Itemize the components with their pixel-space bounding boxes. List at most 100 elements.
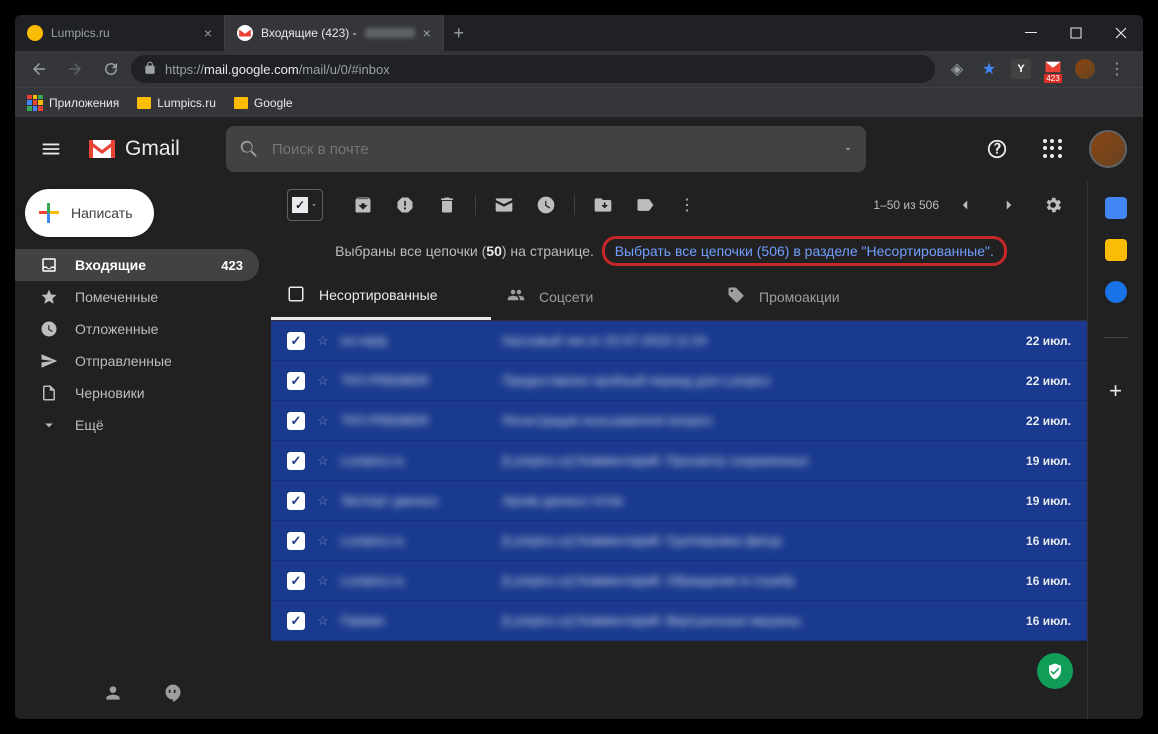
help-button[interactable] [977,129,1017,169]
prev-page-button[interactable] [947,187,983,223]
category-tab[interactable]: Соцсети [491,273,711,320]
sidebar-item-draft[interactable]: Черновики [15,377,259,409]
main-menu-button[interactable] [31,129,71,169]
snooze-button[interactable] [528,187,564,223]
sidebar-item-star[interactable]: Помеченные [15,281,259,313]
nav-label: Черновики [75,385,145,401]
archive-button[interactable] [345,187,381,223]
browser-tab-gmail[interactable]: Входящие (423) - × [225,15,444,51]
reload-button[interactable] [95,53,127,85]
select-all-link[interactable]: Выбрать все цепочки (506) в разделе "Нес… [602,236,1007,266]
more-button[interactable]: ⋮ [669,187,705,223]
category-tab[interactable]: Несортированные [271,273,491,320]
star-icon[interactable]: ☆ [317,573,329,589]
send-icon [39,352,59,370]
browser-tab-lumpics[interactable]: Lumpics.ru × [15,15,225,51]
bookmark-folder[interactable]: Google [234,96,293,110]
bookmark-folder[interactable]: Lumpics.ru [137,96,216,110]
mail-row[interactable]: ✓☆TNT-PREMIERРегистрация пользователя lu… [271,401,1087,441]
star-icon[interactable]: ☆ [317,373,329,389]
tab-strip: Lumpics.ru × Входящие (423) - × + [15,15,1008,51]
sidebar-item-more[interactable]: Ещё [15,409,259,441]
move-to-button[interactable] [585,187,621,223]
contacts-icon[interactable] [103,683,123,708]
mail-date: 16 июл. [1026,574,1071,588]
close-button[interactable] [1098,15,1143,51]
mail-checkbox[interactable]: ✓ [287,572,305,590]
gmail-notifier-icon[interactable]: 423 [1043,59,1063,79]
dropdown-icon[interactable] [842,143,854,155]
sidebar-item-inbox[interactable]: Входящие423 [15,249,259,281]
mail-row[interactable]: ✓☆Экспорт данныхАрхив данных готов19 июл… [271,481,1087,521]
menu-icon[interactable]: ⋮ [1107,59,1127,79]
nav-label: Отложенные [75,321,158,337]
star-icon[interactable]: ☆ [317,333,329,349]
mail-checkbox[interactable]: ✓ [287,372,305,390]
mail-row[interactable]: ✓☆Герман[Lumpics.ru] Комментарий: Виртуа… [271,601,1087,641]
gmail-body: Написать Входящие423 Помеченные Отложенные… [15,181,1143,719]
labels-button[interactable] [627,187,663,223]
next-page-button[interactable] [991,187,1027,223]
back-button[interactable] [23,53,55,85]
sidebar-item-send[interactable]: Отправленные [15,345,259,377]
clock-icon [39,320,59,338]
settings-button[interactable] [1035,187,1071,223]
mail-checkbox[interactable]: ✓ [287,532,305,550]
nav-label: Помеченные [75,289,158,305]
close-icon[interactable]: × [423,25,431,41]
mail-checkbox[interactable]: ✓ [287,412,305,430]
star-icon[interactable]: ☆ [317,493,329,509]
mail-checkbox[interactable]: ✓ [287,452,305,470]
mail-row[interactable]: ✓☆Lumpics.ru[Lumpics.ru] Комментарий: Пр… [271,441,1087,481]
yandex-icon[interactable]: Y [1011,59,1031,79]
account-avatar[interactable] [1089,130,1127,168]
mail-row[interactable]: ✓☆Lumpics.ru[Lumpics.ru] Комментарий: Гр… [271,521,1087,561]
close-icon[interactable]: × [204,25,212,41]
mail-subject: Архив данных готов [503,493,1014,508]
add-addon-button[interactable]: + [1109,378,1122,404]
star-icon[interactable]: ☆ [317,533,329,549]
star-icon[interactable]: ☆ [317,453,329,469]
star-icon [39,288,59,306]
hangouts-icon[interactable] [163,683,183,708]
star-icon[interactable]: ☆ [317,613,329,629]
compose-button[interactable]: Написать [25,189,154,237]
tasks-icon[interactable] [1105,281,1127,303]
mark-read-button[interactable] [486,187,522,223]
mail-row[interactable]: ✓☆Lumpics.ru[Lumpics.ru] Комментарий: Об… [271,561,1087,601]
select-all-checkbox[interactable]: ✓ [287,189,323,221]
favicon-icon [237,25,253,41]
gmail-logo[interactable]: Gmail [87,137,180,161]
keep-icon[interactable] [1105,239,1127,261]
category-tab[interactable]: Промоакции [711,273,931,320]
mail-checkbox[interactable]: ✓ [287,332,305,350]
calendar-icon[interactable] [1105,197,1127,219]
star-icon[interactable]: ☆ [317,413,329,429]
forward-button[interactable] [59,53,91,85]
tab-title: Входящие (423) - [261,26,357,40]
mail-row[interactable]: ✓☆no-replyКассовый чек от 22-07-2019 11:… [271,321,1087,361]
mail-checkbox[interactable]: ✓ [287,612,305,630]
profile-avatar[interactable] [1075,59,1095,79]
mail-checkbox[interactable]: ✓ [287,492,305,510]
search-box[interactable] [226,126,866,172]
new-tab-button[interactable]: + [444,15,474,51]
category-label: Промоакции [759,289,840,305]
apps-button[interactable] [1033,129,1073,169]
minimize-button[interactable] [1008,15,1053,51]
tab-title-blur [365,28,415,38]
search-input[interactable] [272,141,830,158]
status-badge[interactable] [1037,653,1073,689]
spam-button[interactable] [387,187,423,223]
eye-icon[interactable]: ◈ [947,59,967,79]
maximize-button[interactable] [1053,15,1098,51]
url-input[interactable]: https://mail.google.com/mail/u/0/#inbox [131,55,935,83]
mail-date: 22 июл. [1026,334,1071,348]
apps-bookmark[interactable]: Приложения [27,95,119,111]
mail-row[interactable]: ✓☆TNT-PREMIERПредоставлен пробный период… [271,361,1087,401]
mail-subject: Предоставлен пробный период для Lumpics [503,373,1014,388]
selection-banner: Выбраны все цепочки (50) на странице. Вы… [271,229,1071,273]
sidebar-item-clock[interactable]: Отложенные [15,313,259,345]
star-icon[interactable]: ★ [979,59,999,79]
delete-button[interactable] [429,187,465,223]
